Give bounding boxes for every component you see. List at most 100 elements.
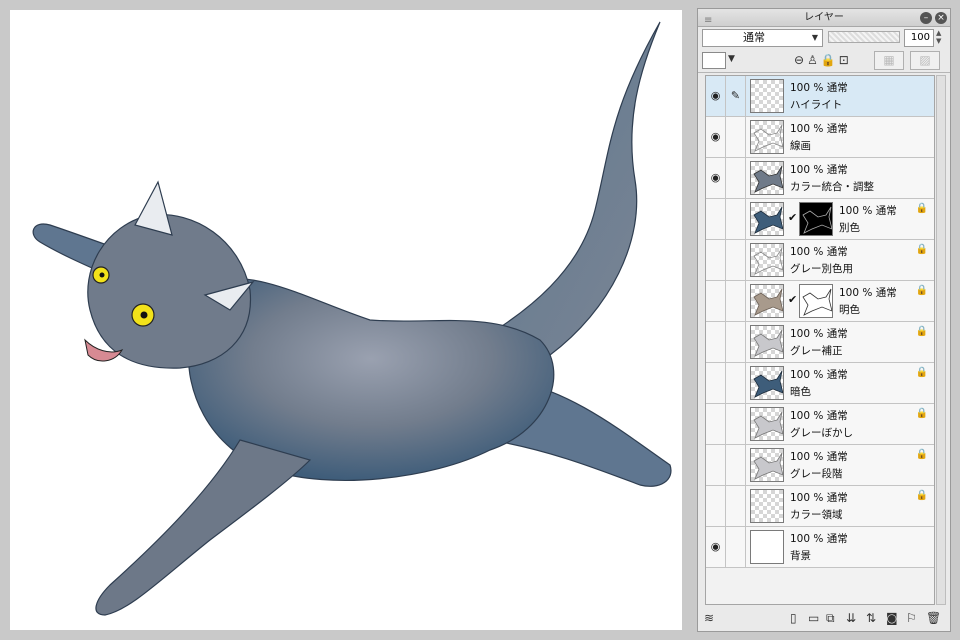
layers-icon[interactable]: ≋ (704, 611, 714, 625)
panel-bottom-toolbar: ≋ ▯ ▭ ⧉ ⇊ ⇅ ◙ ⚐ 🗑 (698, 607, 950, 631)
layer-info: 100 % 通常 グレー別色用 (790, 244, 853, 278)
visibility-toggle[interactable] (706, 363, 726, 403)
lock-toolbar[interactable]: ⊖♙🔒⊡ (794, 53, 852, 67)
edit-target-toggle[interactable] (726, 363, 746, 403)
edit-target-toggle[interactable] (726, 117, 746, 157)
edit-target-toggle[interactable] (726, 445, 746, 485)
eye-icon[interactable]: ◉ (706, 117, 726, 157)
visibility-toggle[interactable] (706, 199, 726, 239)
lock-icon: 🔒 (915, 367, 928, 378)
new-raster-layer-icon[interactable]: ▯ (790, 611, 797, 625)
layer-blend-mode: 通常 (823, 246, 848, 258)
edit-target-toggle[interactable] (726, 404, 746, 444)
visibility-toggle[interactable] (706, 240, 726, 280)
edit-target-toggle[interactable] (726, 240, 746, 280)
layer-opacity: 100 % (839, 205, 873, 217)
layer-thumbnail (750, 202, 784, 236)
layer-color-swatch[interactable] (702, 52, 726, 69)
layer-row[interactable]: ◉ 100 % 通常 線画 (706, 117, 934, 158)
layer-list[interactable]: ◉ ✎ 100 % 通常 ハイライト ◉ 100 % 通常 線画 ◉ 100 % 通常 カラー統合… (705, 75, 935, 605)
mask-thumbnail[interactable] (799, 284, 833, 318)
edit-target-toggle[interactable] (726, 486, 746, 526)
layer-row[interactable]: ✔ 100 % 通常 明色 🔒 (706, 281, 934, 322)
visibility-toggle[interactable] (706, 322, 726, 362)
mask-enabled-icon[interactable]: ✔ (788, 211, 797, 224)
chevron-down-icon[interactable]: ▼ (728, 54, 735, 64)
new-folder-icon[interactable]: ⧉ (826, 611, 835, 626)
lock-icon: 🔒 (915, 244, 928, 255)
visibility-toggle[interactable] (706, 281, 726, 321)
layer-thumbnail (750, 243, 784, 277)
create-mask-icon[interactable]: ◙ (886, 611, 898, 625)
edit-target-toggle[interactable] (726, 281, 746, 321)
pen-icon[interactable]: ✎ (726, 76, 746, 116)
apply-mask-icon[interactable]: ⚐ (906, 611, 917, 625)
edit-target-toggle[interactable] (726, 199, 746, 239)
lock-icon: 🔒 (915, 490, 928, 501)
minimize-icon[interactable]: – (920, 12, 932, 24)
opacity-slider[interactable] (828, 31, 900, 43)
layer-name: ハイライト (790, 99, 843, 111)
layer-row[interactable]: 100 % 通常 グレー段階 🔒 (706, 445, 934, 486)
edit-target-toggle[interactable] (726, 322, 746, 362)
visibility-toggle[interactable] (706, 404, 726, 444)
layer-opacity-blend: 100 % 通常 (790, 80, 848, 97)
layer-row[interactable]: ◉ 100 % 通常 カラー統合・調整 (706, 158, 934, 199)
lock-icon: 🔒 (915, 408, 928, 419)
mask-enabled-icon[interactable]: ✔ (788, 293, 797, 306)
mask-thumbnail[interactable] (799, 202, 833, 236)
eye-icon[interactable]: ◉ (706, 158, 726, 198)
layer-row[interactable]: 100 % 通常 グレーぼかし 🔒 (706, 404, 934, 445)
close-icon[interactable]: × (935, 12, 947, 24)
lock-icon: 🔒 (915, 449, 928, 460)
layer-list-scrollbar[interactable] (936, 75, 946, 605)
edit-target-toggle[interactable] (726, 527, 746, 567)
layer-opacity: 100 % (839, 287, 873, 299)
layer-opacity: 100 % (790, 328, 824, 340)
layer-opacity-blend: 100 % 通常 (790, 490, 848, 507)
layer-blend-mode: 通常 (823, 123, 848, 135)
layer-row[interactable]: ◉ 100 % 通常 背景 (706, 527, 934, 568)
opacity-input[interactable]: 100 (904, 29, 934, 47)
visibility-toggle[interactable] (706, 445, 726, 485)
ruler-button[interactable]: ▨ (910, 51, 940, 70)
layer-row[interactable]: ◉ ✎ 100 % 通常ハイライト (706, 76, 934, 117)
layer-blend-mode: 通常 (823, 164, 848, 176)
lock-icon[interactable]: 🔒 (821, 53, 839, 67)
eye-icon[interactable]: ◉ (706, 527, 726, 567)
layer-opacity-blend: 100 % 通常 (790, 162, 874, 179)
layer-row[interactable]: 100 % 通常 カラー領域 🔒 (706, 486, 934, 527)
edit-target-toggle[interactable] (726, 158, 746, 198)
opacity-spinner[interactable]: ▲ ▼ (936, 29, 941, 45)
layer-thumbnail (750, 79, 784, 113)
layer-row[interactable]: 100 % 通常 グレー別色用 🔒 (706, 240, 934, 281)
layer-opacity-blend: 100 % 通常 (790, 326, 848, 343)
reference-icon[interactable]: ♙ (807, 53, 821, 67)
layer-blend-mode: 通常 (823, 369, 848, 381)
layer-thumbnail (750, 448, 784, 482)
trash-icon[interactable]: 🗑 (926, 611, 941, 625)
drawing-canvas[interactable] (10, 10, 682, 630)
lock-icon: 🔒 (915, 326, 928, 337)
clip-icon[interactable]: ⊖ (794, 53, 807, 67)
layer-opacity: 100 % (790, 533, 824, 545)
transfer-icon[interactable]: ⇅ (866, 611, 876, 625)
eye-icon[interactable]: ◉ (706, 76, 726, 116)
mask-button[interactable]: ▦ (874, 51, 904, 70)
layer-name: グレー段階 (790, 468, 843, 480)
layer-name: グレーぼかし (790, 427, 853, 439)
visibility-toggle[interactable] (706, 486, 726, 526)
layer-blend-mode: 通常 (823, 328, 848, 340)
layer-name: 暗色 (790, 386, 811, 398)
merge-down-icon[interactable]: ⇊ (846, 611, 856, 625)
layer-row[interactable]: 100 % 通常 グレー補正 🔒 (706, 322, 934, 363)
layer-thumbnail (750, 407, 784, 441)
blend-mode-select[interactable]: 通常 ▼ (702, 29, 823, 47)
layer-opacity-blend: 100 % 通常 (839, 203, 897, 220)
layer-blend-mode: 通常 (872, 205, 897, 217)
layer-row[interactable]: ✔ 100 % 通常 別色 🔒 (706, 199, 934, 240)
lock-transparency-icon[interactable]: ⊡ (839, 53, 852, 67)
panel-titlebar[interactable]: ≡ レイヤー – × (698, 9, 950, 27)
layer-row[interactable]: 100 % 通常 暗色 🔒 (706, 363, 934, 404)
new-vector-layer-icon[interactable]: ▭ (808, 611, 819, 625)
